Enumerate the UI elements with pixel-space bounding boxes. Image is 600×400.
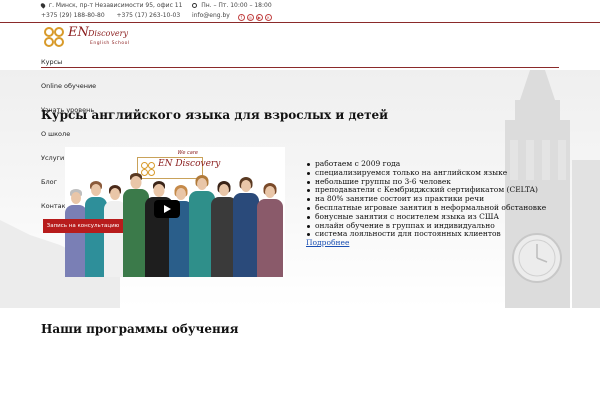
nav-item-online[interactable]: Online обучение <box>41 82 96 90</box>
features-list: работаем с 2009 года специализируемся то… <box>306 159 546 239</box>
consultation-button[interactable]: Запись на консультацию <box>43 219 123 233</box>
email-link[interactable]: info@eng.by <box>192 12 230 19</box>
top-info-row-2: +375 (29) 188-80-80 +375 (17) 263-10-03 … <box>41 12 272 21</box>
youtube-icon[interactable]: ▶ <box>255 14 263 21</box>
social-links: f ◎ ▶ к <box>237 14 272 21</box>
promo-video[interactable]: We care EN Discovery <box>65 147 285 277</box>
nav-item-services[interactable]: Услуги <box>41 154 64 162</box>
hero-title: Курсы английского языка для взрослых и д… <box>41 108 389 122</box>
header-divider <box>0 22 600 23</box>
video-play-button[interactable] <box>154 200 180 218</box>
logo-en-text: EN <box>68 25 89 40</box>
team-member-figure <box>65 189 87 277</box>
nav-item-courses[interactable]: Курсы <box>41 58 62 66</box>
top-info-bar: г. Минск, пр-т Независимости 95, офис 11… <box>0 0 600 22</box>
instagram-icon[interactable]: ◎ <box>246 14 254 21</box>
video-tagline: We care <box>177 150 198 156</box>
vk-icon[interactable]: к <box>264 14 272 21</box>
address-text: г. Минск, пр-т Независимости 95, офис 11 <box>48 2 183 9</box>
logo-subtitle: English School <box>90 41 130 46</box>
logo-discovery-text: Discovery <box>88 29 128 38</box>
site-logo[interactable]: EN Discovery English School <box>44 25 140 49</box>
nav-underline <box>41 67 559 68</box>
working-hours: Пн. – Пт. 10:00 – 18:00 <box>201 2 272 9</box>
nav-item-blog[interactable]: Блог <box>41 178 57 186</box>
top-info-row-1: г. Минск, пр-т Независимости 95, офис 11… <box>39 2 272 9</box>
location-pin-icon <box>39 2 47 9</box>
facebook-icon[interactable]: f <box>237 14 245 21</box>
video-logo-text: EN Discovery <box>158 159 221 169</box>
team-member-figure <box>233 177 259 277</box>
nav-item-about[interactable]: О школе <box>41 130 70 138</box>
clock-icon <box>192 3 198 8</box>
more-link[interactable]: Подробнее <box>306 238 349 247</box>
phone-link-1[interactable]: +375 (29) 188-80-80 <box>41 12 105 19</box>
programs-heading: Наши программы обучения <box>41 322 239 336</box>
phone-link-2[interactable]: +375 (17) 263-10-03 <box>117 12 181 19</box>
logo-rings-icon <box>44 27 66 49</box>
team-member-figure <box>257 183 283 277</box>
